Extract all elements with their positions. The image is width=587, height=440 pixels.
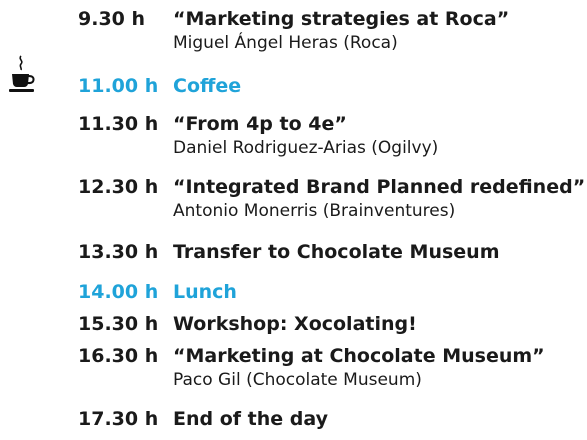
agenda-time: 15.30 h	[78, 313, 159, 335]
agenda-time: 9.30 h	[78, 8, 146, 30]
agenda-time: 11.00 h	[78, 75, 159, 97]
agenda-speaker: Paco Gil (Chocolate Museum)	[173, 370, 422, 390]
agenda-time: 11.30 h	[78, 113, 159, 135]
coffee-cup-icon	[9, 55, 35, 92]
agenda-time: 14.00 h	[78, 281, 159, 303]
agenda-title: Transfer to Chocolate Museum	[173, 241, 500, 263]
agenda-time: 13.30 h	[78, 241, 159, 263]
agenda-title: End of the day	[173, 408, 328, 430]
agenda-title: “Marketing at Chocolate Museum”	[173, 345, 545, 367]
agenda-speaker: Daniel Rodriguez-Arias (Ogilvy)	[173, 138, 439, 158]
agenda-time: 16.30 h	[78, 345, 159, 367]
agenda-speaker: Antonio Monerris (Brainventures)	[173, 201, 456, 221]
agenda-title: “Integrated Brand Planned redefined”	[173, 176, 586, 198]
agenda-time: 17.30 h	[78, 408, 159, 430]
agenda-title: Coffee	[173, 75, 242, 97]
agenda-speaker: Miguel Ángel Heras (Roca)	[173, 33, 398, 53]
agenda-title: “Marketing strategies at Roca”	[173, 8, 510, 30]
agenda-title: Lunch	[173, 281, 237, 303]
agenda-title: Workshop: Xocolating!	[173, 313, 417, 335]
agenda-schedule: 9.30 h “Marketing strategies at Roca” Mi…	[0, 0, 587, 440]
agenda-title: “From 4p to 4e”	[173, 113, 347, 135]
agenda-time: 12.30 h	[78, 176, 159, 198]
